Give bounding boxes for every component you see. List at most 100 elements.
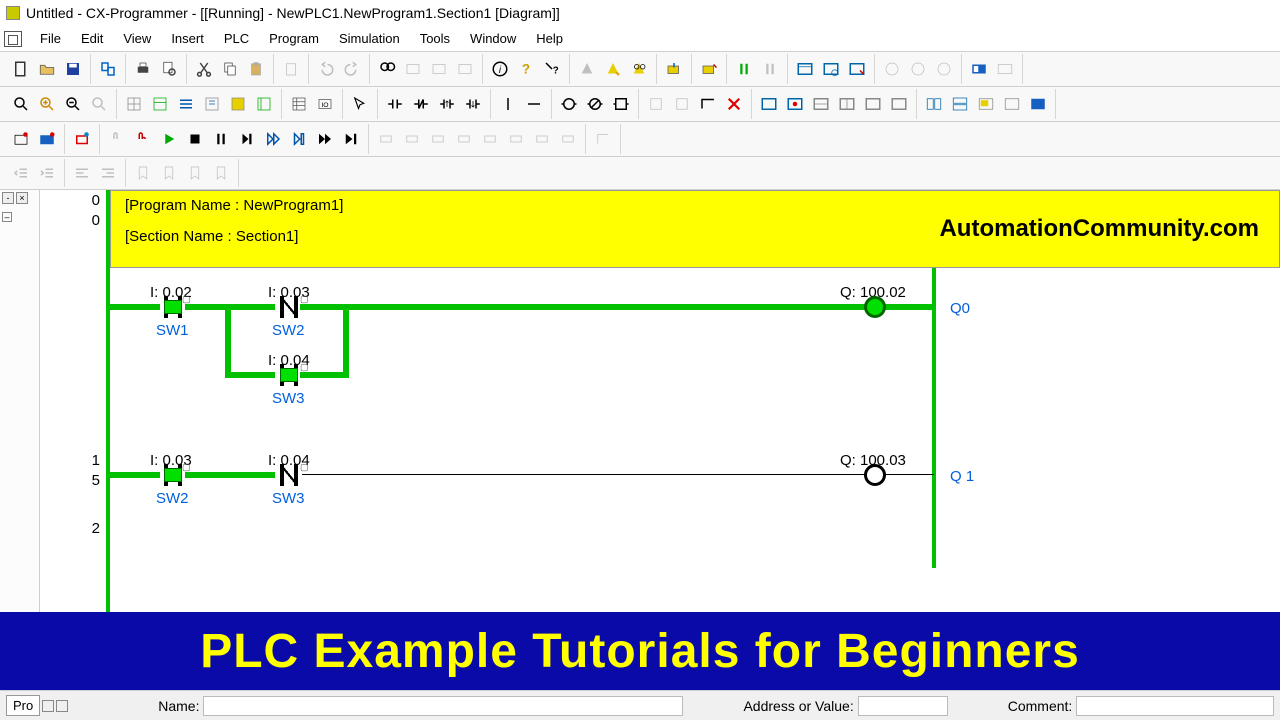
menu-help[interactable]: Help — [526, 27, 573, 50]
misc2-icon[interactable] — [905, 56, 931, 82]
vline-icon[interactable] — [495, 91, 521, 117]
menu-simulation[interactable]: Simulation — [329, 27, 410, 50]
tile3-icon[interactable] — [973, 91, 999, 117]
outdent-icon[interactable] — [8, 160, 34, 186]
help-icon[interactable]: ? — [513, 56, 539, 82]
symbol-table-icon[interactable] — [286, 91, 312, 117]
view5-icon[interactable] — [251, 91, 277, 117]
bm3-icon[interactable] — [182, 160, 208, 186]
menu-program[interactable]: Program — [259, 27, 329, 50]
d7-icon[interactable] — [529, 126, 555, 152]
error-up-icon[interactable] — [574, 56, 600, 82]
find-icon[interactable] — [374, 56, 400, 82]
step-into-icon[interactable] — [286, 126, 312, 152]
transfer-to-icon[interactable] — [661, 56, 687, 82]
d2-icon[interactable] — [399, 126, 425, 152]
play-icon[interactable] — [156, 126, 182, 152]
step-fwd-icon[interactable] — [234, 126, 260, 152]
zoom-in-icon[interactable] — [34, 91, 60, 117]
cut-icon[interactable] — [191, 56, 217, 82]
misc3-icon[interactable] — [931, 56, 957, 82]
coil-q1[interactable] — [864, 464, 886, 486]
tab-scroll-left-icon[interactable] — [42, 700, 54, 712]
contact-no-icon[interactable] — [382, 91, 408, 117]
line-mode-icon[interactable] — [695, 91, 721, 117]
grid-icon[interactable] — [121, 91, 147, 117]
menu-window[interactable]: Window — [460, 27, 526, 50]
zoom-reset-icon[interactable] — [86, 91, 112, 117]
delete-icon[interactable] — [278, 56, 304, 82]
menu-file[interactable]: File — [30, 27, 71, 50]
save-icon[interactable] — [60, 56, 86, 82]
name-field[interactable] — [203, 696, 683, 716]
watch5-icon[interactable] — [860, 91, 886, 117]
undo-icon[interactable] — [313, 56, 339, 82]
close-icon[interactable]: × — [16, 192, 28, 204]
menu-view[interactable]: View — [113, 27, 161, 50]
find-next-icon[interactable] — [426, 56, 452, 82]
tile4-icon[interactable] — [999, 91, 1025, 117]
watch4-icon[interactable] — [834, 91, 860, 117]
bm1-icon[interactable] — [130, 160, 156, 186]
d6-icon[interactable] — [503, 126, 529, 152]
d8-icon[interactable] — [555, 126, 581, 152]
copy-icon[interactable] — [217, 56, 243, 82]
redo-icon[interactable] — [339, 56, 365, 82]
project-panel[interactable]: - × – — [0, 190, 40, 612]
ladder-diagram[interactable]: [Program Name : NewProgram1] [Section Na… — [110, 190, 1280, 612]
contact-rising-icon[interactable] — [434, 91, 460, 117]
compare-icon[interactable] — [95, 56, 121, 82]
win2-icon[interactable] — [818, 56, 844, 82]
win1-icon[interactable] — [792, 56, 818, 82]
zoom-fit-icon[interactable] — [8, 91, 34, 117]
addr-field[interactable] — [858, 696, 948, 716]
menu-plc[interactable]: PLC — [214, 27, 259, 50]
menu-insert[interactable]: Insert — [161, 27, 214, 50]
watch6-icon[interactable] — [886, 91, 912, 117]
bm2-icon[interactable] — [156, 160, 182, 186]
tree-collapse-icon[interactable]: – — [2, 212, 12, 222]
online-sim-icon[interactable] — [34, 126, 60, 152]
view3-icon[interactable] — [199, 91, 225, 117]
error-down-icon[interactable] — [600, 56, 626, 82]
print-icon[interactable] — [130, 56, 156, 82]
misc1-icon[interactable] — [879, 56, 905, 82]
view2-icon[interactable] — [173, 91, 199, 117]
cross-ref-icon[interactable]: IO — [312, 91, 338, 117]
d1-icon[interactable] — [373, 126, 399, 152]
connect-icon[interactable] — [69, 126, 95, 152]
branch-up-icon[interactable] — [669, 91, 695, 117]
delete-line-icon[interactable] — [721, 91, 747, 117]
skip-end-icon[interactable] — [338, 126, 364, 152]
d5-icon[interactable] — [477, 126, 503, 152]
d9-icon[interactable] — [590, 126, 616, 152]
tile1-icon[interactable] — [921, 91, 947, 117]
simulator2-icon[interactable] — [992, 56, 1018, 82]
mdi-icon[interactable] — [4, 31, 22, 47]
bm4-icon[interactable] — [208, 160, 234, 186]
zoom-out-icon[interactable] — [60, 91, 86, 117]
online-icon[interactable] — [8, 126, 34, 152]
coil-not-icon[interactable] — [582, 91, 608, 117]
replace-icon[interactable] — [400, 56, 426, 82]
tile5-icon[interactable] — [1025, 91, 1051, 117]
print-preview-icon[interactable] — [156, 56, 182, 82]
pause-icon[interactable] — [208, 126, 234, 152]
simulator-icon[interactable] — [966, 56, 992, 82]
tile2-icon[interactable] — [947, 91, 973, 117]
function-icon[interactable] — [608, 91, 634, 117]
hand-stop-icon[interactable] — [130, 126, 156, 152]
watch1-icon[interactable] — [756, 91, 782, 117]
paste-icon[interactable] — [243, 56, 269, 82]
new-icon[interactable] — [8, 56, 34, 82]
bottom-tab[interactable]: Pro — [6, 695, 40, 716]
stop-icon[interactable] — [182, 126, 208, 152]
comment-field[interactable] — [1076, 696, 1274, 716]
pause-gray-icon[interactable] — [757, 56, 783, 82]
watch3-icon[interactable] — [808, 91, 834, 117]
open-icon[interactable] — [34, 56, 60, 82]
pause-monitor-icon[interactable] — [731, 56, 757, 82]
context-help-icon[interactable]: ? — [539, 56, 565, 82]
win3-icon[interactable] — [844, 56, 870, 82]
d4-icon[interactable] — [451, 126, 477, 152]
